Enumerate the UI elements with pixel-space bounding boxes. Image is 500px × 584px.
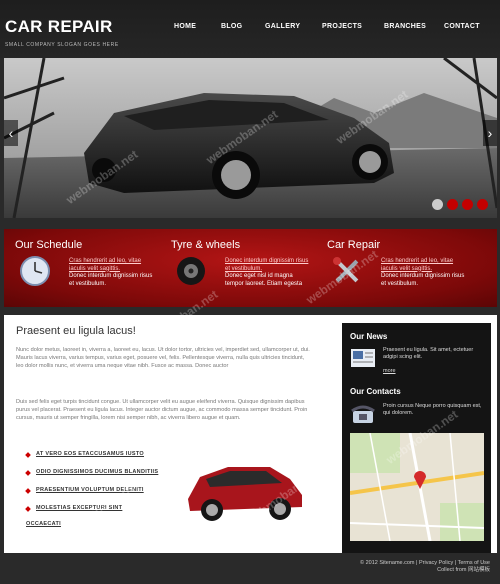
sidebar: Our News Praesent eu ligula. Sit amet, e… — [342, 323, 491, 553]
clock-icon — [20, 256, 50, 286]
slider-dot-3[interactable] — [462, 199, 473, 210]
content-heading: Praesent eu ligula lacus! — [16, 325, 136, 337]
tyre-icon — [177, 257, 205, 285]
feature-text: Donec eget nisl id magna tempor laoreet.… — [225, 273, 303, 287]
feature-text: Donec interdum dignissim risus et vestib… — [69, 273, 153, 287]
header: CAR REPAIR SMALL COMPANY SLOGAN GOES HER… — [0, 0, 500, 58]
main-content: Praesent eu ligula lacus! Nunc dolor met… — [4, 315, 497, 553]
hero-car-image — [4, 58, 497, 218]
feature-title: Our Schedule — [15, 239, 83, 251]
feature-title: Car Repair — [327, 239, 381, 251]
nav-home[interactable]: HOME — [174, 23, 196, 30]
news-text: Praesent eu ligula. Sit amet, ectetuer a… — [383, 347, 474, 360]
bullet-icon — [25, 488, 31, 494]
site-slogan: SMALL COMPANY SLOGAN GOES HERE — [5, 42, 119, 48]
feature-text: Donec interdum dignissim risus et vestib… — [381, 273, 465, 287]
feature-title: Tyre & wheels — [171, 239, 241, 251]
content-paragraph-1: Nunc dolor metus, laoreet in, viverra a,… — [16, 347, 310, 369]
tools-icon — [333, 257, 359, 283]
footer: © 2012 Sitename.com | Privacy Policy | T… — [0, 556, 500, 584]
location-map[interactable] — [350, 433, 484, 541]
contacts-text: Proin cursus Neque porro quisquam est, q… — [383, 403, 482, 416]
feature-tyres: Tyre & wheels Donec interdum dignissim r… — [171, 229, 321, 307]
feature-link[interactable]: Cras hendrerit ad leo, vitae iaculis vel… — [381, 258, 466, 273]
nav-blog[interactable]: BLOG — [221, 23, 242, 30]
phone-icon — [351, 405, 375, 423]
slider-prev-button[interactable]: ‹ — [4, 120, 18, 146]
bullet-icon — [25, 452, 31, 458]
slider-dot-2[interactable] — [447, 199, 458, 210]
content-paragraph-2: Duis sed felis eget turpis tincidunt con… — [16, 399, 308, 421]
news-title: Our News — [350, 332, 388, 341]
news-more-link[interactable]: more — [383, 368, 487, 375]
slider-dot-4[interactable] — [477, 199, 488, 210]
content-link-4[interactable]: MOLESTIAS EXCEPTURI SINT — [36, 505, 122, 511]
nav-projects[interactable]: PROJECTS — [322, 23, 362, 30]
feature-schedule: Our Schedule Cras hendrerit ad leo, vita… — [15, 229, 165, 307]
content-link-3[interactable]: PRAESENTIUM VOLUPTUM DELENITI — [36, 487, 144, 493]
hero-slider[interactable] — [4, 58, 497, 218]
content-link-1[interactable]: AT VERO EOS ETACCUSAMUS IUSTO — [36, 451, 144, 457]
slider-next-button[interactable]: › — [483, 120, 497, 146]
features-band: Our Schedule Cras hendrerit ad leo, vita… — [4, 229, 497, 307]
copyright-text[interactable]: © 2012 Sitename.com | Privacy Policy | T… — [360, 560, 490, 566]
content-link-5[interactable]: OCCAECATI — [26, 521, 61, 527]
feature-link[interactable]: Donec interdum dignissim risus et vestib… — [225, 258, 310, 273]
slider-dot-1[interactable] — [432, 199, 443, 210]
credit-text[interactable]: Collect from 网站模板 — [437, 567, 490, 573]
content-link-2[interactable]: ODIO DIGNISSIMOS DUCIMUS BLANDITIIS — [36, 469, 158, 475]
contacts-title: Our Contacts — [350, 387, 401, 396]
bullet-icon — [25, 470, 31, 476]
feature-link[interactable]: Cras hendrerit ad leo, vitae iaculis vel… — [69, 258, 154, 273]
newspaper-icon — [351, 349, 375, 367]
feature-repair: Car Repair Cras hendrerit ad leo, vitae … — [327, 229, 487, 307]
red-suv-image — [188, 467, 302, 521]
main-nav: HOME BLOG GALLERY PROJECTS BRANCHES CONT… — [0, 23, 500, 33]
content-column: Praesent eu ligula lacus! Nunc dolor met… — [4, 315, 337, 553]
nav-branches[interactable]: BRANCHES — [384, 23, 426, 30]
footer-copyright: © 2012 Sitename.com | Privacy Policy | T… — [360, 560, 490, 574]
nav-contact[interactable]: CONTACT — [444, 23, 480, 30]
bullet-icon — [25, 506, 31, 512]
slider-dots — [432, 199, 492, 211]
nav-gallery[interactable]: GALLERY — [265, 23, 300, 30]
